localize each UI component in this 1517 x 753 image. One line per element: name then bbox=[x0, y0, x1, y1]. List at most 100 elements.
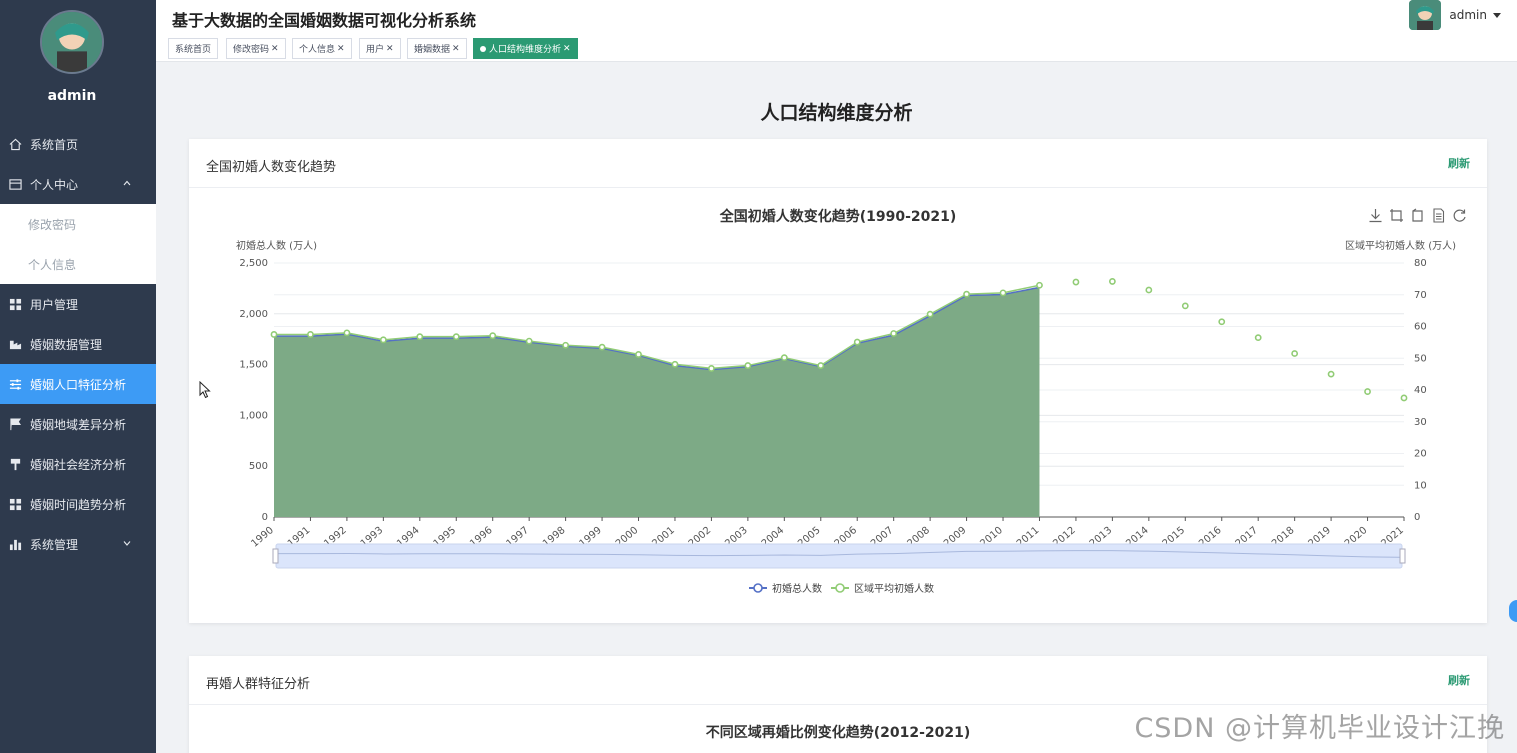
y-tick-label-right: 10 bbox=[1414, 480, 1427, 491]
x-tick-label: 2001 bbox=[650, 525, 677, 550]
zoom-handle-left bbox=[272, 548, 279, 564]
point-regional-avg bbox=[489, 332, 497, 340]
y-tick-label-right: 60 bbox=[1414, 322, 1427, 333]
line-regional-avg bbox=[274, 284, 1040, 370]
tag-label: 婚姻数据 bbox=[414, 45, 451, 55]
x-tick-label: 2011 bbox=[1015, 525, 1042, 550]
tags-bar: 系统首页 修改密码 ✕ 个人信息 ✕ 用户 ✕ 婚姻数据 ✕ 人口结构维度分析 ✕ bbox=[156, 36, 1517, 62]
side-widget-button[interactable] bbox=[1509, 600, 1517, 622]
mouse-cursor-icon bbox=[199, 381, 211, 399]
header-username: admin bbox=[1449, 8, 1487, 22]
refresh-button[interactable]: 刷新 bbox=[1448, 155, 1470, 171]
cup-icon bbox=[8, 457, 22, 471]
download-icon[interactable] bbox=[1368, 208, 1383, 223]
point-regional-avg bbox=[999, 289, 1007, 297]
point-regional-avg bbox=[1364, 388, 1371, 395]
avatar[interactable] bbox=[40, 10, 104, 74]
sidebar-item-personal-center[interactable]: 个人中心 bbox=[0, 164, 156, 204]
bar-chart-icon bbox=[8, 537, 22, 551]
point-regional-avg bbox=[671, 360, 679, 368]
y-tick-label-right: 80 bbox=[1414, 258, 1427, 269]
x-tick-label: 2009 bbox=[942, 525, 969, 550]
x-tick-label: 1998 bbox=[541, 525, 568, 550]
sidebar-item-personal-info[interactable]: 个人信息 bbox=[0, 244, 156, 284]
tag-marriage-data[interactable]: 婚姻数据 ✕ bbox=[407, 38, 467, 59]
zoom-handle-right bbox=[1399, 548, 1406, 564]
zoom-reset-icon[interactable] bbox=[1410, 208, 1425, 223]
tag-change-password[interactable]: 修改密码 ✕ bbox=[226, 38, 286, 59]
tag-personal-info[interactable]: 个人信息 ✕ bbox=[292, 38, 352, 59]
refresh-button[interactable]: 刷新 bbox=[1448, 672, 1470, 688]
point-regional-avg bbox=[1036, 281, 1043, 289]
x-tick-label: 2005 bbox=[796, 525, 823, 550]
sliders-icon bbox=[8, 377, 22, 391]
chevron-down-icon bbox=[123, 541, 131, 546]
sidebar-item-population-features[interactable]: 婚姻人口特征分析 bbox=[0, 364, 156, 404]
sidebar-item-system-manage[interactable]: 系统管理 bbox=[0, 524, 156, 564]
x-tick-label: 2016 bbox=[1197, 525, 1224, 550]
sidebar-item-users[interactable]: 用户管理 bbox=[0, 284, 156, 324]
close-icon[interactable]: ✕ bbox=[271, 44, 279, 54]
x-tick-label: 2003 bbox=[723, 525, 750, 550]
data-view-icon[interactable] bbox=[1431, 208, 1446, 223]
sidebar-item-regional-diff[interactable]: 婚姻地域差异分析 bbox=[0, 404, 156, 444]
y-tick-label-right: 30 bbox=[1414, 417, 1427, 428]
point-regional-avg bbox=[1181, 302, 1189, 310]
x-tick-label: 1990 bbox=[249, 525, 276, 550]
card-header: 再婚人群特征分析 刷新 bbox=[189, 656, 1487, 705]
sidebar-item-label: 婚姻人口特征分析 bbox=[30, 377, 127, 392]
y-tick-label-right: 70 bbox=[1414, 290, 1427, 301]
grid-icon bbox=[8, 497, 22, 511]
point-regional-avg bbox=[1072, 278, 1080, 286]
tag-population-structure[interactable]: 人口结构维度分析 ✕ bbox=[473, 38, 578, 59]
x-tick-label: 1999 bbox=[577, 525, 604, 550]
restore-icon[interactable] bbox=[1452, 208, 1467, 223]
point-regional-avg bbox=[890, 330, 898, 337]
x-tick-label: 2021 bbox=[1379, 525, 1406, 550]
y-tick-label-right: 0 bbox=[1414, 512, 1420, 523]
y-tick-label-left: 1,000 bbox=[239, 410, 268, 421]
watermark: CSDN @计算机毕业设计江挽 bbox=[1134, 713, 1505, 744]
y-axis-label-left: 初婚总人数 (万人) bbox=[236, 239, 317, 252]
close-icon[interactable]: ✕ bbox=[337, 44, 345, 54]
tag-label: 用户 bbox=[366, 45, 385, 55]
close-icon[interactable]: ✕ bbox=[452, 44, 460, 54]
header-user-menu[interactable]: admin bbox=[1409, 0, 1501, 30]
close-icon[interactable]: ✕ bbox=[386, 44, 394, 54]
sidebar-item-change-password[interactable]: 修改密码 bbox=[0, 204, 156, 244]
area-first-marriage-total bbox=[274, 287, 1040, 517]
x-tick-label: 1996 bbox=[468, 525, 495, 550]
zoom-slider-track bbox=[275, 543, 1403, 569]
point-regional-avg bbox=[270, 331, 278, 338]
sidebar-item-time-trend[interactable]: 婚姻时间趋势分析 bbox=[0, 484, 156, 524]
sidebar-submenu-personal: 修改密码 个人信息 bbox=[0, 204, 156, 284]
top-header: 基于大数据的全国婚姻数据可视化分析系统 admin bbox=[156, 0, 1517, 36]
x-tick-label: 1992 bbox=[322, 525, 349, 550]
x-tick-label: 2013 bbox=[1088, 525, 1115, 550]
x-tick-label: 2012 bbox=[1051, 525, 1078, 550]
zoom-icon[interactable] bbox=[1389, 208, 1404, 223]
x-tick-label: 2002 bbox=[687, 525, 714, 550]
card-title: 全国初婚人数变化趋势 bbox=[206, 160, 337, 175]
tag-home[interactable]: 系统首页 bbox=[168, 38, 219, 59]
sidebar-item-label: 婚姻地域差异分析 bbox=[30, 417, 127, 432]
y-axis-label-right: 区域平均初婚人数 (万人) bbox=[1345, 239, 1456, 252]
point-regional-avg bbox=[708, 365, 715, 372]
sidebar-item-label: 个人信息 bbox=[28, 257, 77, 272]
legend-label: 区域平均初婚人数 bbox=[854, 582, 934, 595]
sidebar-item-home[interactable]: 系统首页 bbox=[0, 124, 156, 164]
chart-toolbox bbox=[1368, 208, 1467, 223]
x-tick-label: 2020 bbox=[1343, 525, 1370, 550]
close-icon[interactable]: ✕ bbox=[563, 44, 571, 54]
x-tick-label: 1994 bbox=[395, 525, 422, 550]
sidebar-item-marriage-data[interactable]: 婚姻数据管理 bbox=[0, 324, 156, 364]
x-tick-label: 1995 bbox=[432, 525, 459, 550]
header-avatar bbox=[1409, 0, 1442, 30]
chart-title: 全国初婚人数变化趋势(1990-2021) bbox=[719, 209, 957, 225]
flag-icon bbox=[8, 417, 22, 431]
tag-users[interactable]: 用户 ✕ bbox=[359, 38, 401, 59]
chevron-up-icon bbox=[123, 180, 131, 186]
x-tick-label: 2014 bbox=[1124, 525, 1151, 550]
sidebar-item-socioeconomic[interactable]: 婚姻社会经济分析 bbox=[0, 444, 156, 484]
x-tick-label: 1997 bbox=[505, 525, 532, 550]
